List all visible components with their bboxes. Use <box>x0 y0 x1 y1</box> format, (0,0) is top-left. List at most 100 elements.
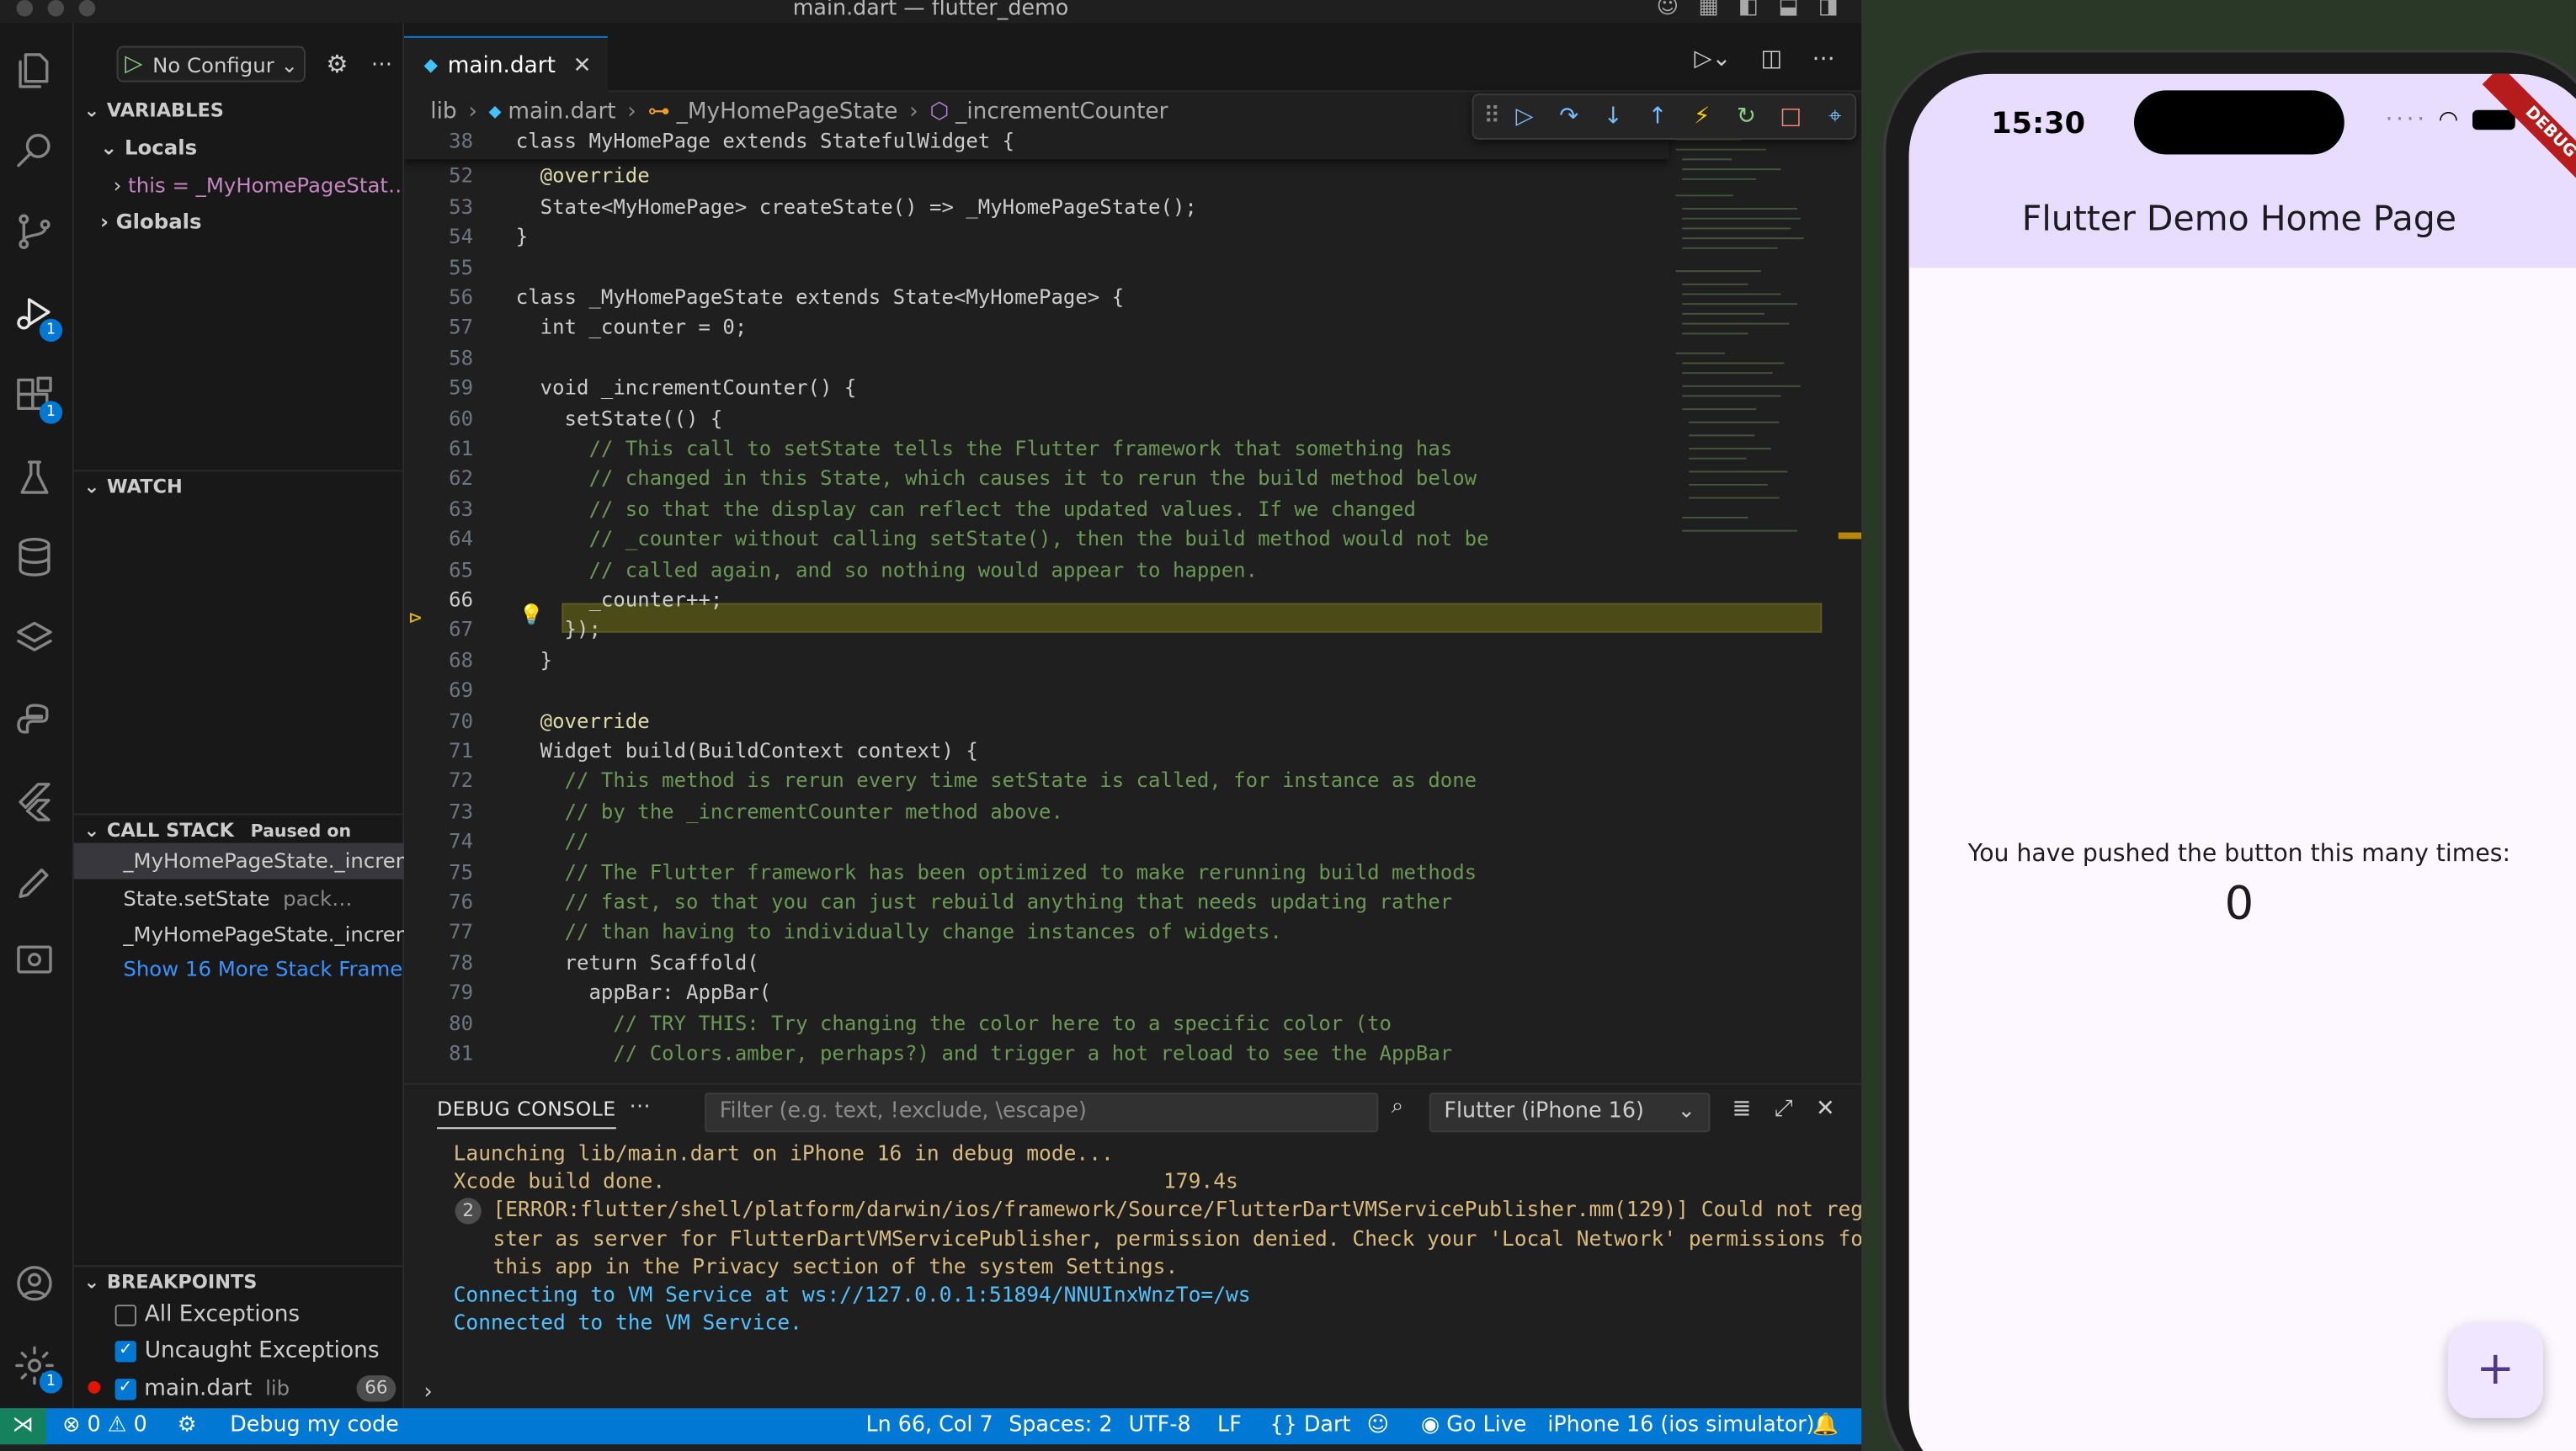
more-panels-icon[interactable]: ⋯ <box>629 1094 650 1119</box>
run-config-select[interactable]: ▷ No Configur ⌄ <box>116 45 306 82</box>
remote-indicator-icon[interactable]: ⋊ <box>0 1408 46 1445</box>
breakpoints-header[interactable]: ⌄ BREAKPOINTS <box>73 1265 405 1294</box>
stack-frame[interactable]: State.setState pack… <box>74 880 404 917</box>
clear-console-icon[interactable]: ≣ <box>1732 1096 1752 1122</box>
code-line[interactable]: 55 <box>404 256 1669 286</box>
go-live-button[interactable]: ◉ Go Live <box>1421 1413 1526 1438</box>
code-line[interactable]: 52 @override <box>404 165 1669 195</box>
line-ending[interactable]: LF <box>1217 1413 1242 1438</box>
variables-header[interactable]: ⌄ VARIABLES <box>74 98 404 121</box>
code-line[interactable]: 69 <box>404 679 1669 710</box>
device-selector[interactable]: iPhone 16 (ios simulator) <box>1547 1413 1814 1438</box>
search-icon[interactable] <box>13 128 60 174</box>
notifications-bell-icon[interactable]: 🔔 <box>1812 1413 1839 1438</box>
code-line[interactable]: 59 void _incrementCounter() { <box>404 376 1669 407</box>
gear-icon[interactable]: ⚙ <box>326 50 348 79</box>
cursor-position[interactable]: Ln 66, Col 7 <box>865 1413 993 1438</box>
code-line[interactable]: 54} <box>404 226 1669 256</box>
code-editor[interactable]: 5152 @override53 State<MyHomePage> creat… <box>404 130 1862 1083</box>
account-icon[interactable] <box>13 1262 60 1308</box>
code-line[interactable]: 53 State<MyHomePage> createState() => _M… <box>404 195 1669 226</box>
code-line[interactable]: 70 @override <box>404 710 1669 740</box>
breakpoint-uncaught-exceptions[interactable]: ✓ Uncaught Exceptions <box>114 1332 380 1369</box>
code-line[interactable]: 79 appBar: AppBar( <box>404 981 1669 1012</box>
restart-icon[interactable]: ↻ <box>1730 104 1763 130</box>
code-line[interactable]: 65 // called again, and so nothing would… <box>404 558 1669 588</box>
globals-scope[interactable]: › Globals <box>100 209 202 233</box>
stack-frame[interactable]: _MyHomePageState._increme <box>74 917 404 953</box>
search-icon[interactable]: ⌕ <box>1392 1094 1403 1119</box>
checkbox[interactable]: ✓ <box>114 1340 136 1362</box>
code-line[interactable]: 68 } <box>404 649 1669 679</box>
copilot-icon[interactable]: ☺ <box>1657 0 1679 19</box>
more-actions-icon[interactable]: ⋯ <box>1812 46 1835 72</box>
maximize-panel-icon[interactable]: ⤢ <box>1775 1096 1793 1122</box>
problems-indicator[interactable]: ⊗ 0 ⚠ 0 <box>62 1413 147 1438</box>
flutter-icon[interactable] <box>13 779 60 825</box>
run-debug-icon[interactable]: 1 <box>13 293 63 343</box>
close-panel-icon[interactable]: ✕ <box>1816 1096 1835 1122</box>
pen-icon[interactable] <box>13 861 60 907</box>
step-into-icon[interactable]: ↓ <box>1597 104 1630 130</box>
indentation[interactable]: Spaces: 2 <box>1009 1413 1112 1438</box>
layers-icon[interactable] <box>13 618 60 664</box>
watch-header[interactable]: ⌄ WATCH <box>73 470 405 498</box>
code-line[interactable]: 81 // Colors.amber, perhaps?) and trigge… <box>404 1042 1669 1072</box>
breadcrumb-item[interactable]: main.dart <box>508 98 615 125</box>
toggle-secondary-sidebar-icon[interactable]: ◨ <box>1818 0 1839 19</box>
continue-icon[interactable]: ▷ <box>1508 104 1541 130</box>
code-line[interactable]: 73 // by the _incrementCounter method ab… <box>404 800 1669 830</box>
code-line[interactable]: 72 // This method is rerun every time se… <box>404 769 1669 800</box>
python-icon[interactable] <box>13 700 60 747</box>
stop-icon[interactable]: □ <box>1775 104 1807 130</box>
code-line[interactable]: 63 // so that the display can reflect th… <box>404 497 1669 528</box>
code-line[interactable]: 78 return Scaffold( <box>404 951 1669 981</box>
tab-debug-console[interactable]: DEBUG CONSOLE <box>437 1098 616 1129</box>
code-line[interactable]: 62 // changed in this State, which cause… <box>404 467 1669 497</box>
device-select[interactable]: Flutter (iPhone 16) ⌄ <box>1429 1092 1711 1133</box>
code-line[interactable]: 60 setState(() { <box>404 407 1669 437</box>
checkbox[interactable] <box>114 1304 136 1326</box>
code-line[interactable]: 71 Widget build(BuildContext context) { <box>404 740 1669 770</box>
code-line[interactable]: 75 // The Flutter framework has been opt… <box>404 860 1669 890</box>
breakpoint-paused-icon[interactable]: ⊳ <box>409 606 422 630</box>
run-debug-menu-icon[interactable]: ▷⌄ <box>1695 46 1732 72</box>
show-more-frames-link[interactable]: Show 16 More Stack Frame <box>74 951 404 987</box>
settings-gear-icon[interactable]: 1 <box>13 1344 63 1394</box>
code-line[interactable]: 76 // fast, so that you can just rebuild… <box>404 890 1669 921</box>
database-icon[interactable] <box>13 535 60 582</box>
close-icon[interactable]: ✕ <box>572 52 591 78</box>
source-control-icon[interactable] <box>13 210 60 257</box>
breakpoint-file[interactable]: ● ✓ main.dart lib 66 <box>87 1370 397 1406</box>
code-line[interactable]: 64 // _counter without calling setState(… <box>404 528 1669 558</box>
step-over-icon[interactable]: ↷ <box>1552 104 1585 130</box>
encoding[interactable]: UTF-8 <box>1129 1413 1191 1438</box>
increment-fab-button[interactable]: + <box>2447 1322 2543 1418</box>
code-line[interactable]: 56 class _MyHomePageState extends State<M… <box>404 286 1669 316</box>
language-mode[interactable]: {} Dart <box>1270 1413 1351 1438</box>
code-line[interactable]: 80 // TRY THIS: Try changing the color h… <box>404 1012 1669 1042</box>
simulator-screen[interactable]: 15:30 ···· ◠ Flutter Demo Home Page DEBU… <box>1908 73 2576 1451</box>
stack-frame[interactable]: _MyHomePageState._increme <box>73 842 405 880</box>
debug-my-code-toggle[interactable]: Debug my code <box>230 1413 398 1438</box>
filter-input[interactable]: Filter (e.g. text, !exclude, \escape) <box>705 1092 1379 1133</box>
breakpoint-all-exceptions[interactable]: All Exceptions <box>114 1296 300 1332</box>
breadcrumb-item[interactable]: _incrementCounter <box>955 98 1168 125</box>
breadcrumb-item[interactable]: lib <box>430 98 456 125</box>
checkbox[interactable]: ✓ <box>114 1378 136 1400</box>
step-out-icon[interactable]: ↑ <box>1642 104 1674 130</box>
scrollbar-marker[interactable] <box>1838 532 1862 539</box>
split-editor-icon[interactable]: ◫ <box>1761 46 1783 72</box>
remote-explorer-icon[interactable] <box>13 940 60 986</box>
debug-icon[interactable]: ⚙ <box>178 1413 197 1438</box>
inspect-widget-icon[interactable]: ⌖ <box>1818 104 1851 130</box>
code-line[interactable]: 57 int _counter = 0; <box>404 316 1669 347</box>
drag-handle-icon[interactable]: ⠿ <box>1483 104 1500 130</box>
copilot-icon[interactable]: ☺ <box>1367 1413 1389 1438</box>
layout-icon[interactable]: ▦ <box>1698 0 1718 19</box>
code-line[interactable]: 77 // than having to individually change… <box>404 921 1669 951</box>
testing-icon[interactable] <box>13 457 60 503</box>
toggle-sidebar-icon[interactable]: ◧ <box>1738 0 1759 19</box>
minimap[interactable] <box>1669 130 1818 557</box>
code-line[interactable]: 66 _counter++; <box>404 588 1669 619</box>
